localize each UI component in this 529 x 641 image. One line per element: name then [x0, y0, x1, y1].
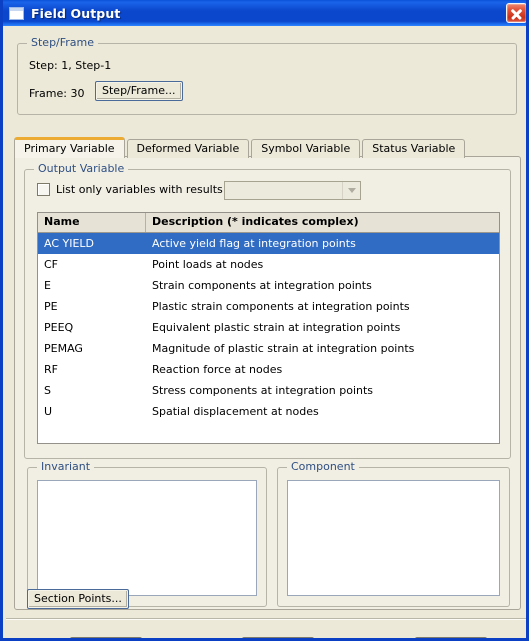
cell-name: RF	[44, 363, 58, 376]
table-row[interactable]: RF Reaction force at nodes	[38, 359, 499, 380]
table-row[interactable]: PEEQ Equivalent plastic strain at integr…	[38, 317, 499, 338]
step-value-label: Step: 1, Step-1	[29, 59, 112, 72]
chevron-down-glyph	[347, 188, 356, 193]
cell-name: PEMAG	[44, 342, 83, 355]
cell-description: Reaction force at nodes	[152, 363, 283, 376]
component-listbox[interactable]	[287, 480, 500, 596]
step-frame-group-title: Step/Frame	[27, 37, 99, 48]
cell-name: U	[44, 405, 53, 418]
component-group-title: Component	[287, 461, 359, 472]
cell-description: Spatial displacement at nodes	[152, 405, 319, 418]
cell-name: AC YIELD	[44, 237, 95, 250]
table-row[interactable]: PE Plastic strain components at integrat…	[38, 296, 499, 317]
table-row[interactable]: S Stress components at integration point…	[38, 380, 499, 401]
table-row[interactable]: CF Point loads at nodes	[38, 254, 499, 275]
cancel-button[interactable]: Cancel	[415, 637, 487, 638]
output-variable-table[interactable]: Name Description (* indicates complex) A…	[37, 212, 500, 444]
step-frame-group: Step/Frame Step: 1, Step-1 Frame: 30 Ste…	[17, 37, 517, 115]
list-only-with-results-row: List only variables with results:	[37, 183, 226, 196]
results-filter-combobox[interactable]	[224, 181, 361, 200]
field-output-dialog: Field Output Step/Frame Step: 1, Step-1 …	[0, 0, 529, 641]
window-title: Field Output	[31, 5, 121, 21]
ok-button[interactable]: OK	[70, 637, 142, 638]
output-variable-group: Output Variable List only variables with…	[24, 163, 511, 459]
component-group: Component	[277, 461, 510, 607]
tab-strip: Primary Variable Deformed Variable Symbo…	[14, 137, 521, 158]
dialog-client-area: Step/Frame Step: 1, Step-1 Frame: 30 Ste…	[6, 26, 526, 638]
output-variable-group-title: Output Variable	[34, 163, 129, 174]
cell-description: Stress components at integration points	[152, 384, 374, 397]
footer-divider-highlight	[6, 619, 526, 620]
cell-description: Active yield flag at integration points	[152, 237, 356, 250]
close-icon[interactable]	[506, 3, 526, 23]
tab-status-variable[interactable]: Status Variable	[362, 139, 466, 158]
chevron-down-icon[interactable]	[342, 182, 360, 199]
step-frame-button[interactable]: Step/Frame...	[95, 81, 183, 101]
table-row[interactable]: AC YIELD Active yield flag at integratio…	[38, 233, 499, 254]
cell-name: PE	[44, 300, 58, 313]
tab-symbol-variable[interactable]: Symbol Variable	[251, 139, 361, 158]
cell-description: Strain components at integration points	[152, 279, 372, 292]
cell-name: PEEQ	[44, 321, 74, 334]
table-row[interactable]: PEMAG Magnitude of plastic strain at int…	[38, 338, 499, 359]
column-header-description[interactable]: Description (* indicates complex)	[146, 213, 499, 232]
cell-description: Point loads at nodes	[152, 258, 264, 271]
cell-name: S	[44, 384, 51, 397]
invariant-listbox[interactable]	[37, 480, 257, 596]
section-points-button[interactable]: Section Points...	[27, 589, 129, 609]
invariant-group-title: Invariant	[37, 461, 95, 472]
tab-page-primary-variable: Output Variable List only variables with…	[14, 156, 521, 610]
tab-deformed-variable[interactable]: Deformed Variable	[126, 139, 250, 158]
apply-button[interactable]: Apply	[242, 637, 314, 638]
table-row[interactable]: E Strain components at integration point…	[38, 275, 499, 296]
cell-description: Equivalent plastic strain at integration…	[152, 321, 401, 334]
column-header-name[interactable]: Name	[38, 213, 146, 232]
cell-name: CF	[44, 258, 59, 271]
cell-description: Plastic strain components at integration…	[152, 300, 410, 313]
list-only-with-results-label: List only variables with results:	[56, 183, 227, 196]
table-row[interactable]: U Spatial displacement at nodes	[38, 401, 499, 422]
frame-value-label: Frame: 30	[29, 87, 85, 100]
title-bar[interactable]: Field Output	[3, 0, 526, 26]
list-only-with-results-checkbox[interactable]	[37, 183, 50, 196]
cell-name: E	[44, 279, 51, 292]
table-header-row: Name Description (* indicates complex)	[38, 213, 499, 233]
invariant-group: Invariant	[27, 461, 267, 607]
cell-description: Magnitude of plastic strain at integrati…	[152, 342, 415, 355]
window-icon	[9, 6, 24, 20]
tab-primary-variable[interactable]: Primary Variable	[14, 137, 125, 158]
